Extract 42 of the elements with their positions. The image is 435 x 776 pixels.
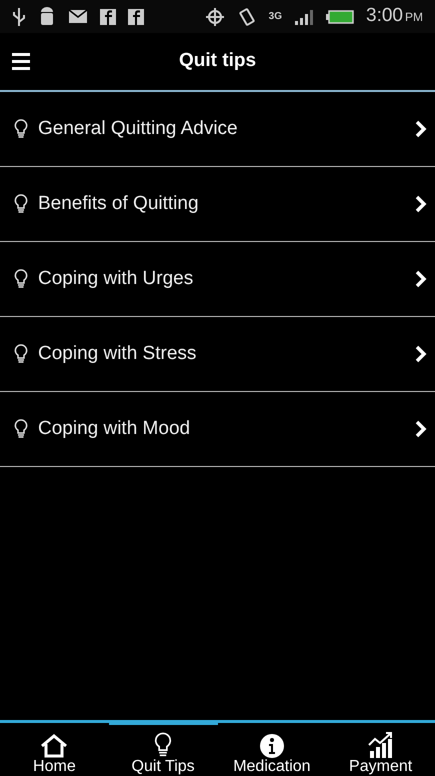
page-title: Quit tips <box>178 49 256 74</box>
clock-meridiem: PM <box>405 9 423 26</box>
growth-chart-icon <box>368 732 394 758</box>
lightbulb-icon <box>14 269 28 289</box>
tip-row[interactable]: Coping with Urges <box>0 242 435 317</box>
tip-label: Benefits of Quitting <box>38 192 200 216</box>
mail-icon <box>68 9 88 24</box>
clock-time: 3:00 <box>366 4 403 28</box>
tip-label: Coping with Mood <box>38 416 192 441</box>
rotate-icon <box>236 6 257 26</box>
facebook-icon <box>100 8 116 24</box>
chevron-right-icon <box>415 270 427 288</box>
tip-row[interactable]: Coping with Stress <box>0 317 435 392</box>
tip-row[interactable]: Benefits of Quitting <box>0 167 435 242</box>
chevron-right-icon <box>415 120 427 138</box>
lightbulb-icon <box>14 194 28 214</box>
chevron-right-icon <box>415 345 427 363</box>
chevron-right-icon <box>415 420 427 438</box>
facebook-icon <box>128 8 144 24</box>
lightbulb-icon <box>154 732 172 758</box>
nav-tab[interactable]: Quit Tips <box>108 720 218 776</box>
info-icon <box>260 734 284 758</box>
lightbulb-icon <box>14 419 28 439</box>
battery-icon <box>326 10 354 24</box>
tip-label: General Quitting Advice <box>38 116 239 141</box>
lightbulb-icon <box>14 344 28 364</box>
nav-tab[interactable]: Medication <box>218 720 326 776</box>
tip-label: Coping with Urges <box>38 266 194 291</box>
android-icon <box>38 6 56 26</box>
nav-tab[interactable]: Home <box>0 720 109 776</box>
menu-button[interactable] <box>12 53 30 70</box>
chevron-right-icon <box>415 195 427 213</box>
usb-icon <box>12 6 26 26</box>
tip-row[interactable]: Coping with Mood <box>0 392 435 467</box>
signal-icon <box>294 8 314 24</box>
nav-tab[interactable]: Payment <box>326 720 435 776</box>
tip-row[interactable]: General Quitting Advice <box>0 92 435 167</box>
home-icon <box>40 734 68 758</box>
gps-icon <box>204 6 225 26</box>
lightbulb-icon <box>14 119 28 139</box>
network-type: 3G <box>268 12 282 22</box>
tip-label: Coping with Stress <box>38 342 198 366</box>
